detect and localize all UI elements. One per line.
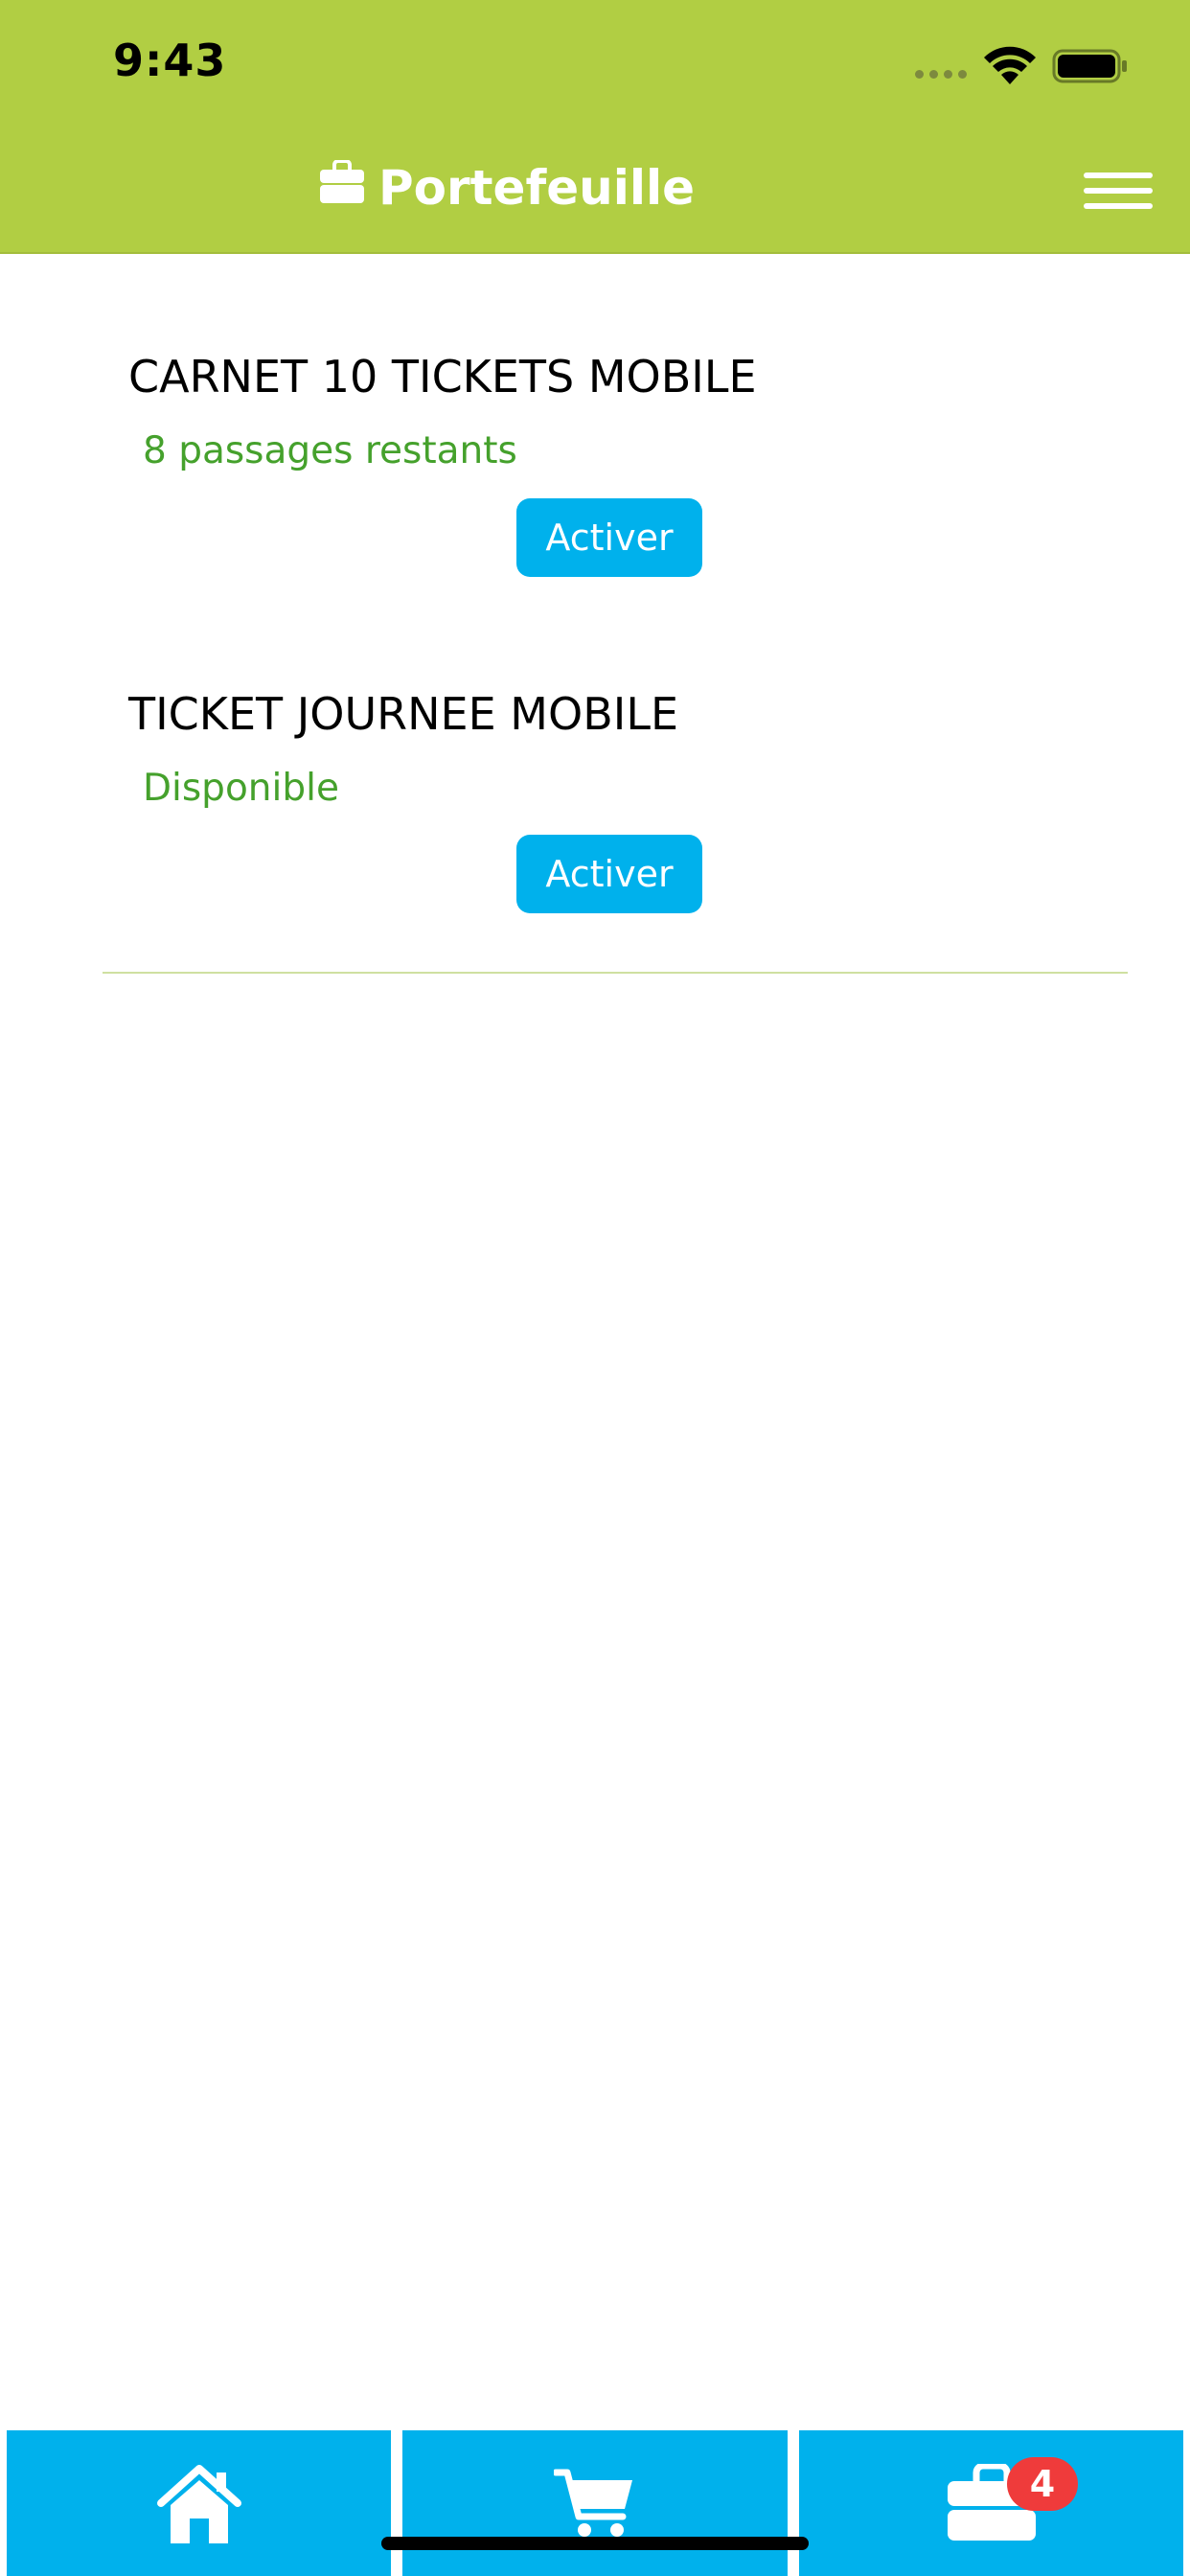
ticket-status: Disponible (143, 767, 339, 810)
wifi-icon (984, 46, 1036, 84)
list-divider (103, 972, 1128, 974)
header-divider (0, 252, 1190, 254)
ticket-status: 8 passages restants (143, 429, 517, 472)
status-bar-time: 9:43 (113, 34, 227, 86)
activate-button[interactable]: Activer (516, 835, 702, 913)
ticket-name: CARNET 10 TICKETS MOBILE (128, 351, 757, 402)
activate-button[interactable]: Activer (516, 498, 702, 577)
home-icon (156, 2465, 241, 2543)
bottom-tab-bar (0, 2430, 1190, 2576)
battery-icon (1052, 49, 1127, 83)
tab-home[interactable] (7, 2430, 391, 2576)
page-title: Portefeuille (378, 160, 696, 216)
cellular-signal-icon (915, 70, 967, 79)
ticket-name: TICKET JOURNEE MOBILE (128, 688, 679, 740)
tab-wallet[interactable] (799, 2430, 1183, 2576)
wallet-count-badge: 4 (1007, 2457, 1078, 2511)
tab-shop[interactable] (402, 2430, 788, 2576)
page-title-group: Portefeuille (319, 153, 695, 222)
home-indicator[interactable] (381, 2537, 809, 2550)
hamburger-menu-icon[interactable] (1084, 169, 1153, 213)
cart-icon (554, 2469, 632, 2537)
app-header: 9:43 Portefeuille (0, 0, 1190, 252)
briefcase-icon (320, 160, 364, 203)
